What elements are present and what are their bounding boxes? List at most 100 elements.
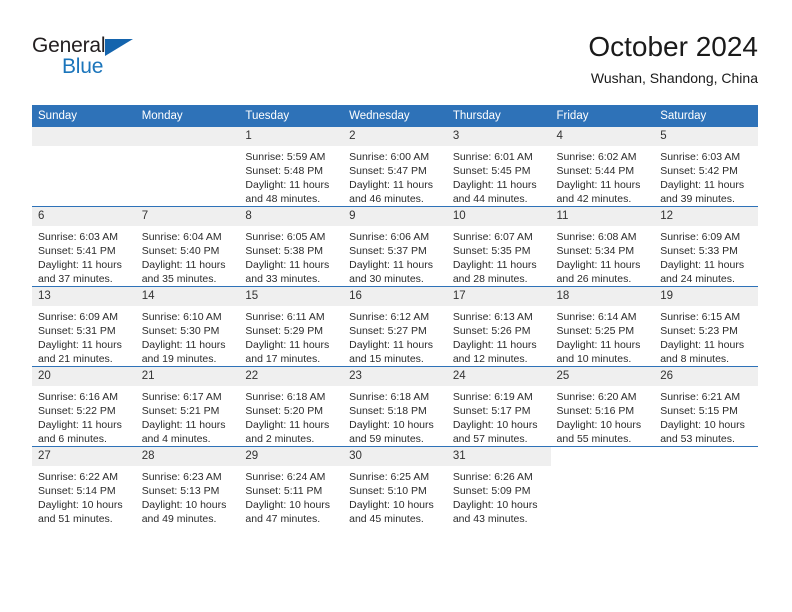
- day-number: 22: [239, 367, 344, 386]
- calendar-day-cell[interactable]: 12 Sunrise: 6:09 AM Sunset: 5:33 PM Dayligh…: [654, 206, 758, 287]
- sunrise-time: Sunrise: 6:09 AM: [38, 311, 118, 323]
- sunrise-time: Sunrise: 6:14 AM: [556, 311, 637, 323]
- weekday-header-thursday: Thursday: [446, 105, 551, 127]
- daylight-line-1: Daylight: 11 hours: [660, 179, 745, 191]
- daylight-line-1: Daylight: 11 hours: [452, 339, 537, 351]
- sunset-time: Sunset: 5:47 PM: [349, 165, 427, 177]
- day-number: 8: [239, 207, 344, 226]
- sunset-time: Sunset: 5:30 PM: [141, 325, 220, 337]
- calendar-day-cell[interactable]: 17 Sunrise: 6:13 AM Sunset: 5:26 PM Dayligh…: [446, 286, 551, 367]
- calendar-day-cell[interactable]: 13 Sunrise: 6:09 AM Sunset: 5:31 PM Dayligh…: [32, 286, 136, 367]
- daylight-line-2: and 15 minutes.: [349, 353, 424, 365]
- day-details: [551, 466, 655, 470]
- calendar-day-cell[interactable]: 22 Sunrise: 6:18 AM Sunset: 5:20 PM Dayligh…: [239, 366, 344, 447]
- sunset-time: Sunset: 5:27 PM: [349, 325, 427, 337]
- sunset-time: Sunset: 5:26 PM: [452, 325, 531, 337]
- day-details: Sunrise: 6:09 AM Sunset: 5:31 PM Daylight:…: [32, 306, 136, 366]
- calendar-day-cell[interactable]: 9 Sunrise: 6:06 AM Sunset: 5:37 PM Daylight…: [343, 206, 447, 287]
- general-blue-logo[interactable]: General Blue: [32, 34, 152, 82]
- calendar-empty-cell: [32, 127, 136, 207]
- daylight-line-1: Daylight: 11 hours: [556, 259, 641, 271]
- sunset-time: Sunset: 5:21 PM: [141, 405, 220, 417]
- calendar-day-cell[interactable]: 30 Sunrise: 6:25 AM Sunset: 5:10 PM Dayligh…: [343, 446, 447, 526]
- sunset-time: Sunset: 5:09 PM: [452, 485, 531, 497]
- calendar-day-cell[interactable]: 23 Sunrise: 6:18 AM Sunset: 5:18 PM Dayligh…: [343, 366, 447, 447]
- daylight-line-1: Daylight: 10 hours: [349, 499, 434, 511]
- calendar-day-cell[interactable]: 15 Sunrise: 6:11 AM Sunset: 5:29 PM Dayligh…: [239, 286, 344, 367]
- calendar-day-cell[interactable]: 5 Sunrise: 6:03 AM Sunset: 5:42 PM Daylight…: [654, 127, 758, 207]
- sunrise-time: Sunrise: 6:00 AM: [349, 151, 430, 163]
- daylight-line-1: Daylight: 11 hours: [452, 259, 537, 271]
- day-details: Sunrise: 6:04 AM Sunset: 5:40 PM Daylight:…: [136, 226, 240, 286]
- day-details: Sunrise: 6:00 AM Sunset: 5:47 PM Daylight:…: [343, 146, 447, 206]
- calendar-day-cell[interactable]: 2 Sunrise: 6:00 AM Sunset: 5:47 PM Daylight…: [343, 127, 447, 207]
- sunset-time: Sunset: 5:34 PM: [556, 245, 635, 257]
- calendar-day-cell[interactable]: 26 Sunrise: 6:21 AM Sunset: 5:15 PM Dayligh…: [654, 366, 758, 447]
- day-details: Sunrise: 5:59 AM Sunset: 5:48 PM Daylight:…: [239, 146, 343, 206]
- day-number: 27: [32, 447, 136, 466]
- calendar-day-cell[interactable]: 6 Sunrise: 6:03 AM Sunset: 5:41 PM Daylight…: [32, 206, 136, 287]
- daylight-line-1: Daylight: 11 hours: [245, 339, 330, 351]
- sunset-time: Sunset: 5:20 PM: [245, 405, 324, 417]
- calendar-day-cell[interactable]: 4 Sunrise: 6:02 AM Sunset: 5:44 PM Daylight…: [550, 127, 655, 207]
- calendar-day-cell[interactable]: 16 Sunrise: 6:12 AM Sunset: 5:27 PM Dayligh…: [343, 286, 447, 367]
- day-details: Sunrise: 6:17 AM Sunset: 5:21 PM Daylight:…: [136, 386, 240, 446]
- sunrise-time: Sunrise: 6:24 AM: [245, 471, 326, 483]
- day-details: Sunrise: 6:11 AM Sunset: 5:29 PM Daylight:…: [239, 306, 343, 366]
- day-number: 25: [550, 367, 655, 386]
- day-details: Sunrise: 6:25 AM Sunset: 5:10 PM Daylight:…: [343, 466, 447, 526]
- sunrise-time: Sunrise: 6:17 AM: [141, 391, 222, 403]
- daylight-line-1: Daylight: 11 hours: [660, 339, 745, 351]
- calendar-day-cell[interactable]: 27 Sunrise: 6:22 AM Sunset: 5:14 PM Dayligh…: [32, 446, 136, 526]
- day-number: 24: [446, 367, 551, 386]
- calendar-day-cell[interactable]: 1 Sunrise: 5:59 AM Sunset: 5:48 PM Daylight…: [239, 127, 344, 207]
- daylight-line-1: Daylight: 11 hours: [556, 339, 641, 351]
- daylight-line-1: Daylight: 11 hours: [38, 259, 122, 271]
- calendar-day-cell[interactable]: 20 Sunrise: 6:16 AM Sunset: 5:22 PM Dayligh…: [32, 366, 136, 447]
- daylight-line-2: and 37 minutes.: [38, 273, 113, 285]
- calendar-week-row: 27 Sunrise: 6:22 AM Sunset: 5:14 PM Dayligh…: [32, 446, 758, 526]
- daylight-line-2: and 19 minutes.: [141, 353, 217, 365]
- day-number: 15: [239, 287, 344, 306]
- sunrise-time: Sunrise: 6:13 AM: [452, 311, 533, 323]
- calendar-day-cell[interactable]: 24 Sunrise: 6:19 AM Sunset: 5:17 PM Dayligh…: [446, 366, 551, 447]
- daylight-line-1: Daylight: 10 hours: [556, 419, 642, 431]
- calendar-day-cell[interactable]: 28 Sunrise: 6:23 AM Sunset: 5:13 PM Dayligh…: [135, 446, 240, 526]
- day-details: Sunrise: 6:10 AM Sunset: 5:30 PM Daylight:…: [136, 306, 240, 366]
- day-details: Sunrise: 6:18 AM Sunset: 5:18 PM Daylight:…: [343, 386, 447, 446]
- sunset-time: Sunset: 5:42 PM: [660, 165, 738, 177]
- calendar-day-cell[interactable]: 3 Sunrise: 6:01 AM Sunset: 5:45 PM Daylight…: [446, 127, 551, 207]
- calendar-day-cell[interactable]: 11 Sunrise: 6:08 AM Sunset: 5:34 PM Dayligh…: [550, 206, 655, 287]
- sunrise-time: Sunrise: 6:10 AM: [141, 311, 222, 323]
- sunset-time: Sunset: 5:22 PM: [38, 405, 116, 417]
- calendar-day-cell[interactable]: 21 Sunrise: 6:17 AM Sunset: 5:21 PM Dayligh…: [135, 366, 240, 447]
- sunrise-time: Sunrise: 6:08 AM: [556, 231, 637, 243]
- day-number: [135, 127, 240, 146]
- calendar-day-cell[interactable]: 14 Sunrise: 6:10 AM Sunset: 5:30 PM Dayligh…: [135, 286, 240, 367]
- day-details: Sunrise: 6:07 AM Sunset: 5:35 PM Daylight:…: [447, 226, 551, 286]
- logo-text-blue: Blue: [62, 55, 104, 78]
- daylight-line-2: and 24 minutes.: [660, 273, 735, 285]
- calendar-week-row: 6 Sunrise: 6:03 AM Sunset: 5:41 PM Daylight…: [32, 206, 758, 287]
- location-subtitle: Wushan, Shandong, China: [590, 70, 758, 86]
- daylight-line-2: and 47 minutes.: [245, 513, 321, 525]
- daylight-line-2: and 6 minutes.: [38, 433, 107, 445]
- calendar-day-cell[interactable]: 31 Sunrise: 6:26 AM Sunset: 5:09 PM Dayligh…: [446, 446, 551, 526]
- calendar-day-cell[interactable]: 19 Sunrise: 6:15 AM Sunset: 5:23 PM Dayligh…: [654, 286, 758, 367]
- daylight-line-1: Daylight: 10 hours: [245, 499, 331, 511]
- sunset-time: Sunset: 5:17 PM: [452, 405, 531, 417]
- calendar-day-cell[interactable]: 8 Sunrise: 6:05 AM Sunset: 5:38 PM Daylight…: [239, 206, 344, 287]
- calendar-day-cell[interactable]: 29 Sunrise: 6:24 AM Sunset: 5:11 PM Dayligh…: [239, 446, 344, 526]
- calendar-day-cell[interactable]: 10 Sunrise: 6:07 AM Sunset: 5:35 PM Dayligh…: [446, 206, 551, 287]
- day-number: 12: [654, 207, 758, 226]
- weekday-header-friday: Friday: [550, 105, 655, 127]
- day-number: 21: [135, 367, 240, 386]
- title-block: October 2024 Wushan, Shandong, China: [588, 30, 758, 88]
- sunset-time: Sunset: 5:23 PM: [660, 325, 738, 337]
- sunset-time: Sunset: 5:29 PM: [245, 325, 324, 337]
- calendar-day-cell[interactable]: 25 Sunrise: 6:20 AM Sunset: 5:16 PM Dayligh…: [550, 366, 655, 447]
- calendar-day-cell[interactable]: 7 Sunrise: 6:04 AM Sunset: 5:40 PM Daylight…: [135, 206, 240, 287]
- day-number: 19: [654, 287, 758, 306]
- daylight-line-1: Daylight: 11 hours: [141, 419, 226, 431]
- calendar-day-cell[interactable]: 18 Sunrise: 6:14 AM Sunset: 5:25 PM Dayligh…: [550, 286, 655, 367]
